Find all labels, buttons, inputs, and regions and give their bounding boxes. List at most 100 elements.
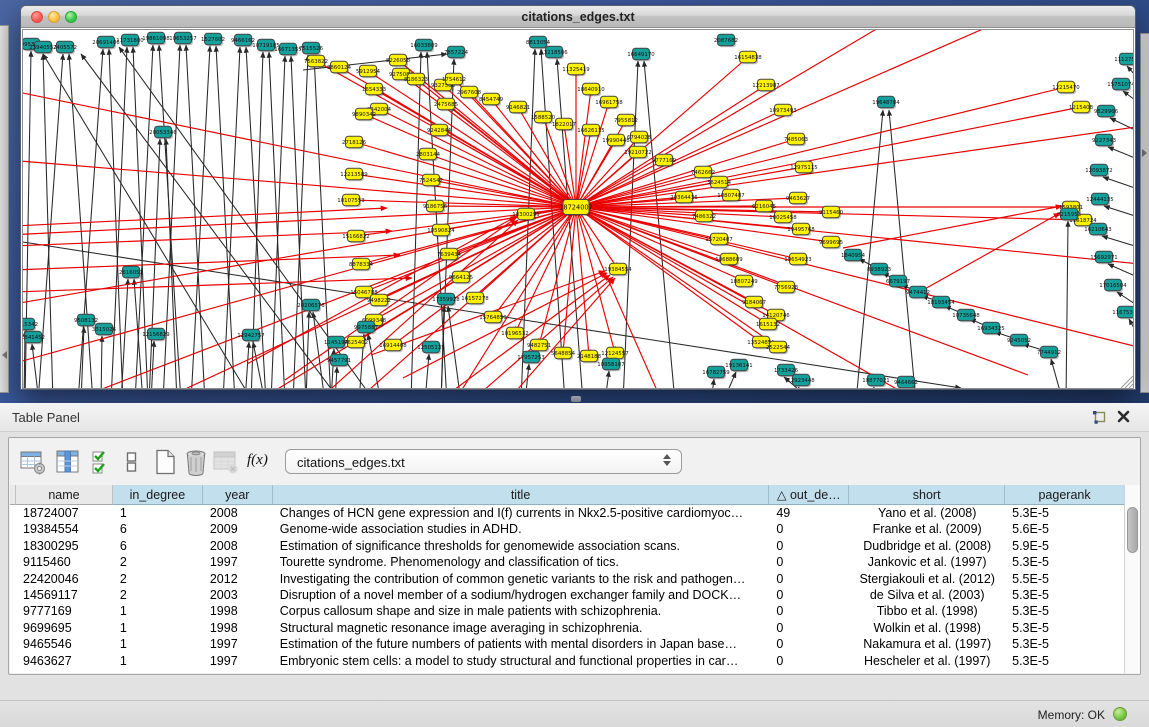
graph-node[interactable]: 10196532	[501, 327, 528, 340]
table-cell[interactable]: 1997	[203, 636, 273, 652]
graph-edge[interactable]	[843, 206, 1062, 248]
graph-node[interactable]: 9890342	[352, 108, 376, 121]
graph-edge[interactable]	[1108, 264, 1134, 276]
graph-edge[interactable]	[32, 344, 39, 389]
table-cell[interactable]: 22420046	[16, 571, 113, 587]
table-cell[interactable]: 9115460	[16, 554, 113, 570]
table-cell[interactable]: 2009	[203, 521, 273, 537]
table-cell[interactable]: Changes of HCN gene expression and I(f) …	[273, 505, 770, 521]
graph-edge[interactable]	[1129, 319, 1134, 330]
graph-edge[interactable]	[475, 277, 613, 389]
graph-edge[interactable]	[576, 89, 591, 207]
table-cell[interactable]: 5.3E-5	[1005, 603, 1125, 619]
table-cell[interactable]: 2008	[203, 505, 273, 521]
graph-edge[interactable]	[576, 207, 768, 324]
table-cell[interactable]: Dudbridge et al. (2008)	[849, 538, 1005, 554]
graph-edge[interactable]	[101, 336, 102, 389]
table-cell[interactable]: 2012	[203, 571, 273, 587]
table-cell[interactable]: 1	[113, 636, 203, 652]
rows-toggle-icon[interactable]	[123, 448, 141, 476]
graph-node[interactable]: 7857224	[444, 46, 469, 59]
graph-node[interactable]: 9498222	[367, 294, 391, 307]
graph-node[interactable]: 7744912	[1037, 346, 1061, 359]
column-header-out_de…[interactable]: △ out_de…	[769, 485, 849, 505]
expand-left-panel-icon[interactable]	[2, 351, 7, 359]
table-cell[interactable]: Tourette syndrome. Phenomenology and cla…	[273, 554, 770, 570]
graph-node[interactable]: 9508132	[74, 314, 98, 327]
graph-node[interactable]: 18640910	[577, 83, 605, 96]
graph-node[interactable]: 7756928	[774, 281, 799, 294]
graph-node[interactable]: 18724007	[559, 200, 593, 217]
graph-node[interactable]: 9457791	[327, 354, 351, 367]
function-builder-icon[interactable]: f(x)	[247, 452, 268, 469]
graph-node[interactable]: 2015342	[23, 318, 38, 331]
table-cell[interactable]: 2008	[203, 538, 273, 554]
table-cell[interactable]: 6	[113, 538, 203, 554]
table-cell[interactable]: 18300295	[16, 538, 113, 554]
graph-node[interactable]: 1654333	[362, 83, 386, 96]
graph-edge[interactable]	[539, 207, 576, 345]
graph-edge[interactable]	[605, 371, 609, 389]
table-cell[interactable]: 0	[769, 653, 849, 669]
graph-edge[interactable]	[1127, 66, 1134, 75]
table-selector-combobox[interactable]: citations_edges.txt	[285, 449, 682, 474]
table-cell[interactable]: 0	[769, 538, 849, 554]
table-cell[interactable]: 18724007	[16, 505, 113, 521]
graph-edge[interactable]	[306, 312, 309, 389]
graph-edge[interactable]	[1117, 292, 1134, 304]
table-cell[interactable]: 1998	[203, 603, 273, 619]
table-cell[interactable]: 1998	[203, 620, 273, 636]
table-cell[interactable]: de Silva et al. (2003)	[849, 587, 1005, 603]
close-panel-icon[interactable]	[1116, 409, 1131, 424]
scrollbar-thumb[interactable]	[1127, 507, 1138, 553]
graph-edge[interactable]	[23, 255, 400, 270]
graph-edge[interactable]	[247, 216, 517, 364]
table-cell[interactable]: 5.3E-5	[1005, 620, 1125, 636]
table-row[interactable]: 946554611997Estimation of the future num…	[10, 636, 1125, 652]
table-cell[interactable]: 5.3E-5	[1005, 653, 1125, 669]
graph-node[interactable]: 12213987	[752, 79, 779, 92]
graph-node[interactable]: 8454749	[479, 93, 504, 106]
graph-node[interactable]: 19495768	[787, 223, 815, 236]
split-divider-handle[interactable]	[571, 396, 581, 402]
table-cell[interactable]: Investigating the contribution of common…	[273, 571, 770, 587]
table-cell[interactable]: 2	[113, 571, 203, 587]
graph-node[interactable]: 5912954	[356, 65, 381, 78]
graph-edge[interactable]	[1123, 91, 1134, 100]
table-cell[interactable]: 5.3E-5	[1005, 554, 1125, 570]
select-columns-icon[interactable]	[54, 448, 82, 476]
graph-node[interactable]: 16626115	[577, 124, 604, 137]
graph-node[interactable]: 12213589	[340, 168, 368, 181]
graph-edge[interactable]	[439, 130, 576, 207]
network-canvas[interactable]: 1095331923940557240557220691406117318001…	[22, 29, 1134, 389]
graph-node[interactable]: 2522544	[766, 341, 791, 354]
results-panel-collapsed-strip[interactable]	[1140, 33, 1149, 393]
graph-node[interactable]: 9777169	[652, 154, 677, 167]
new-file-icon[interactable]	[151, 448, 179, 476]
graph-edge[interactable]	[23, 160, 576, 207]
graph-edge[interactable]	[871, 387, 874, 389]
table-cell[interactable]: Genome-wide association studies in ADHD.	[273, 521, 770, 537]
graph-node[interactable]: 2475685	[434, 98, 458, 111]
table-cell[interactable]: 9699695	[16, 620, 113, 636]
table-cell[interactable]: 0	[769, 603, 849, 619]
table-cell[interactable]: 5.5E-5	[1005, 571, 1125, 587]
graph-node[interactable]: 1215408	[1069, 101, 1094, 114]
graph-node[interactable]: 9184067	[742, 296, 766, 309]
table-cell[interactable]: Corpus callosum shape and size in male p…	[273, 603, 770, 619]
graph-node[interactable]: 16157278	[461, 292, 489, 305]
table-cell[interactable]: 6	[113, 521, 203, 537]
graph-node[interactable]: 18193454	[927, 296, 955, 309]
table-cell[interactable]: Estimation of the future numbers of pati…	[273, 636, 770, 652]
graph-node[interactable]: 9482751	[527, 339, 551, 352]
graph-node[interactable]: 11731800	[116, 34, 144, 47]
table-cell[interactable]: 5.9E-5	[1005, 538, 1125, 554]
select-all-checklist-icon[interactable]	[89, 448, 117, 476]
table-cell[interactable]: 9465546	[16, 636, 113, 652]
graph-edge[interactable]	[364, 114, 576, 207]
graph-edge[interactable]	[403, 273, 607, 378]
graph-node[interactable]: 19648784	[872, 96, 900, 109]
table-row[interactable]: 1456911722003Disruption of a novel membe…	[10, 587, 1125, 603]
graph-node[interactable]: 9699695	[819, 236, 843, 249]
memory-status-led[interactable]	[1113, 707, 1127, 721]
